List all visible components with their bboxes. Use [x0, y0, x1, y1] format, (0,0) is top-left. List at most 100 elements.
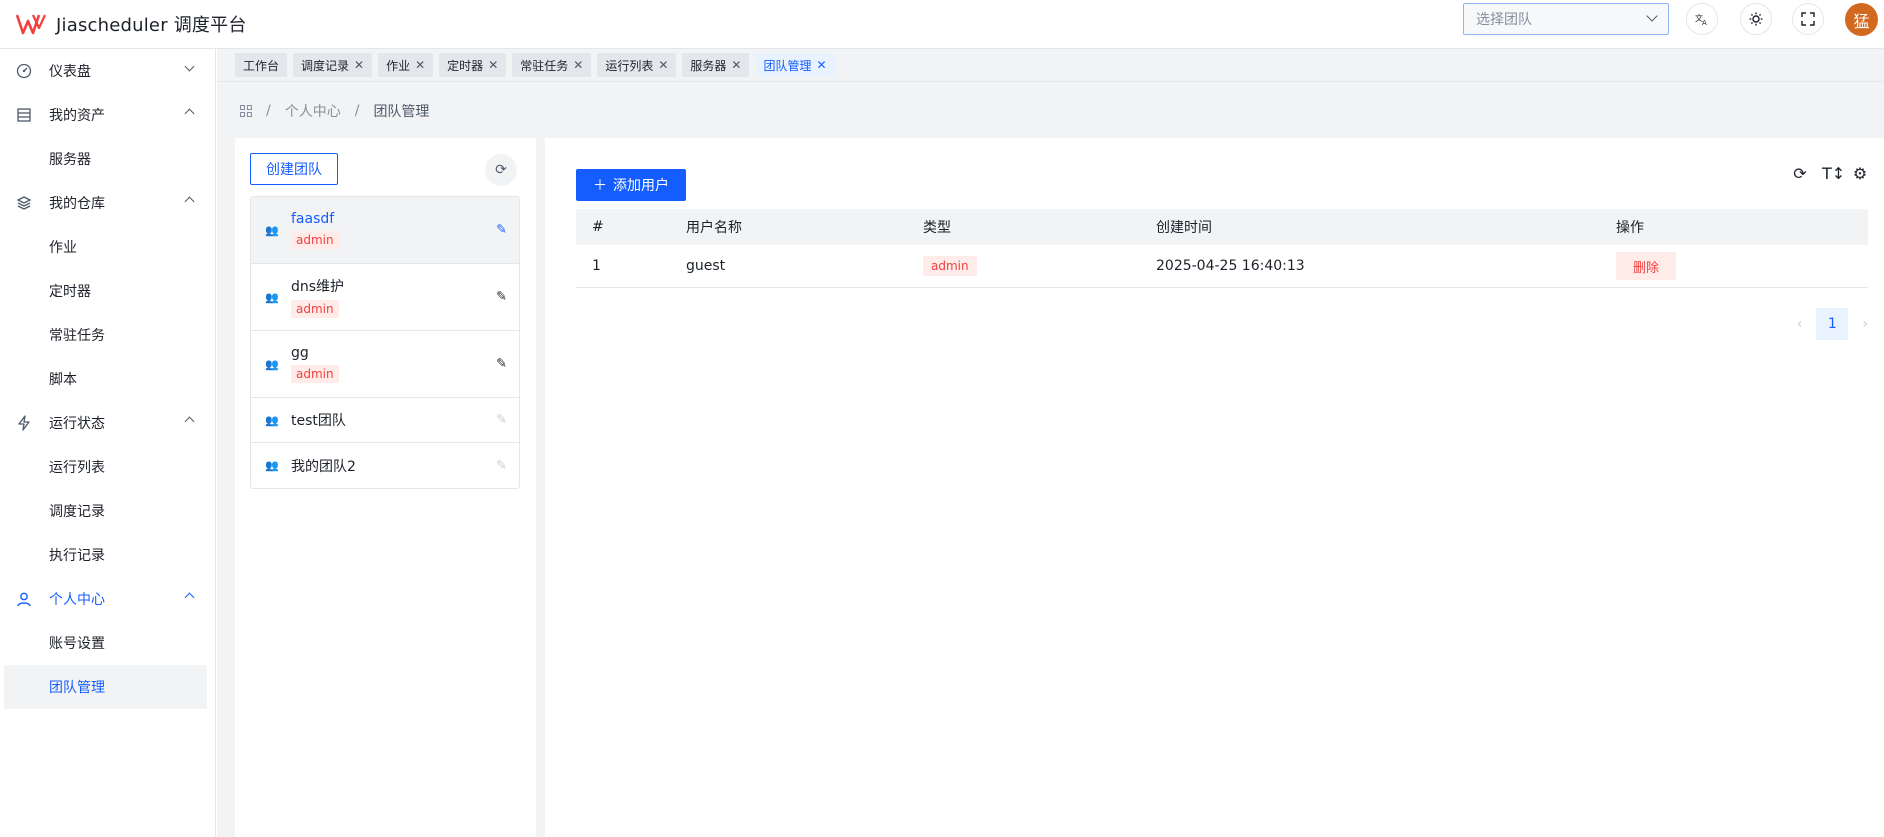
theme-button[interactable] — [1740, 3, 1772, 35]
language-button[interactable]: 文 A — [1686, 3, 1718, 35]
tab-timers[interactable]: 定时器 ✕ — [439, 53, 507, 77]
user-icon — [16, 591, 32, 607]
main-content: / 个人中心 / 团队管理 创建团队 ⟳ 👥 faasdf admin ✎ 👥 … — [217, 82, 1884, 837]
tab-label: 运行列表 — [605, 58, 654, 73]
sidebar: 仪表盘 我的资产 服务器 我的仓库 作业 定时器 常驻任务 脚本 运行状态 运行… — [0, 49, 216, 837]
tab-run-list[interactable]: 运行列表 ✕ — [597, 53, 677, 77]
density-icon[interactable]: T↕ — [1822, 164, 1845, 183]
sidebar-group-personal-center[interactable]: 个人中心 — [0, 577, 215, 621]
plus-icon: ＋ — [593, 178, 607, 194]
chevron-left-icon[interactable]: ‹ — [1797, 316, 1803, 332]
sidebar-group-assets[interactable]: 我的资产 — [0, 93, 215, 137]
users-icon: 👥 — [265, 459, 279, 472]
team-select-placeholder: 选择团队 — [1476, 12, 1532, 28]
fullscreen-button[interactable] — [1792, 3, 1824, 35]
tab-label: 定时器 — [447, 58, 484, 73]
lightning-icon — [16, 415, 32, 431]
tab-label: 工作台 — [243, 58, 280, 73]
users-icon: 👥 — [265, 223, 279, 237]
chevron-down-icon — [184, 61, 195, 72]
sidebar-item-servers[interactable]: 服务器 — [4, 137, 207, 181]
tab-schedule-records[interactable]: 调度记录 ✕ — [293, 53, 373, 77]
apps-icon[interactable] — [240, 105, 252, 117]
team-select[interactable]: 选择团队 — [1463, 3, 1669, 35]
sidebar-item-scripts[interactable]: 脚本 — [4, 357, 207, 401]
edit-icon[interactable]: ✎ — [496, 357, 507, 372]
row-type: admin — [923, 256, 1156, 276]
dashboard-icon — [16, 63, 32, 79]
close-icon[interactable]: ✕ — [354, 58, 364, 72]
edit-icon[interactable]: ✎ — [496, 290, 507, 305]
tab-workbench[interactable]: 工作台 — [235, 53, 288, 77]
close-icon[interactable]: ✕ — [573, 58, 583, 72]
sidebar-item-daemon-tasks[interactable]: 常驻任务 — [4, 313, 207, 357]
tab-servers[interactable]: 服务器 ✕ — [682, 53, 750, 77]
page-number[interactable]: 1 — [1816, 308, 1849, 340]
team-list-item[interactable]: 👥 test团队 ✎ — [251, 398, 519, 443]
close-icon[interactable]: ✕ — [817, 58, 827, 72]
team-name: test团队 — [291, 413, 346, 429]
chevron-up-icon — [184, 416, 195, 427]
table-header: # 用户名称 类型 创建时间 操作 — [576, 209, 1868, 245]
users-icon: 👥 — [265, 290, 279, 304]
tab-daemon-tasks[interactable]: 常驻任务 ✕ — [512, 53, 592, 77]
tab-team-management[interactable]: 团队管理 ✕ — [755, 53, 835, 77]
breadcrumb: / 个人中心 / 团队管理 — [240, 101, 429, 121]
sidebar-group-label: 我的资产 — [49, 108, 105, 124]
team-list-item[interactable]: 👥 faasdf admin ✎ — [251, 197, 519, 264]
user-type-tag: admin — [923, 256, 977, 276]
chevron-up-icon — [184, 196, 195, 207]
close-icon[interactable]: ✕ — [415, 58, 425, 72]
app-logo: Jiascheduler 调度平台 — [16, 11, 247, 37]
edit-icon[interactable]: ✎ — [496, 223, 507, 238]
sidebar-group-label: 运行状态 — [49, 416, 105, 432]
refresh-icon[interactable]: ⟳ — [1792, 164, 1808, 183]
translate-icon: 文 A — [1695, 13, 1707, 26]
team-list-item[interactable]: 👥 我的团队2 ✎ — [251, 443, 519, 488]
team-list-item[interactable]: 👥 gg admin ✎ — [251, 331, 519, 398]
tab-label: 服务器 — [690, 58, 727, 73]
sidebar-item-team-management[interactable]: 团队管理 — [4, 665, 207, 709]
sidebar-group-run-status[interactable]: 运行状态 — [0, 401, 215, 445]
sidebar-item-exec-records[interactable]: 执行记录 — [4, 533, 207, 577]
team-name: dns维护 — [291, 279, 345, 295]
close-icon[interactable]: ✕ — [488, 58, 498, 72]
layers-icon — [16, 195, 32, 211]
table-toolbar: ⟳ T↕ ⚙ — [1792, 164, 1868, 183]
user-avatar[interactable]: 猛 — [1845, 3, 1878, 36]
settings-gear-icon[interactable]: ⚙ — [1852, 164, 1868, 183]
sidebar-item-schedule-records[interactable]: 调度记录 — [4, 489, 207, 533]
edit-icon: ✎ — [496, 412, 507, 428]
team-list: 👥 faasdf admin ✎ 👥 dns维护 admin ✎ 👥 gg ad… — [250, 196, 520, 489]
column-header: # — [592, 219, 604, 235]
pagination: ‹ 1 › — [1797, 308, 1868, 340]
add-user-button[interactable]: ＋ 添加用户 — [576, 169, 686, 201]
users-icon: 👥 — [265, 357, 279, 371]
sidebar-item-timers[interactable]: 定时器 — [4, 269, 207, 313]
tab-label: 作业 — [386, 58, 411, 73]
team-list-item[interactable]: 👥 dns维护 admin ✎ — [251, 264, 519, 331]
users-table: # 用户名称 类型 创建时间 操作 1 guest admin 2025-04-… — [576, 209, 1868, 288]
sidebar-group-repository[interactable]: 我的仓库 — [0, 181, 215, 225]
sidebar-item-account-settings[interactable]: 账号设置 — [4, 621, 207, 665]
sidebar-item-run-list[interactable]: 运行列表 — [4, 445, 207, 489]
chevron-right-icon[interactable]: › — [1862, 316, 1868, 332]
team-users-panel: ＋ 添加用户 ⟳ T↕ ⚙ # 用户名称 类型 创建时间 操作 1 guest … — [545, 138, 1884, 837]
refresh-teams-button[interactable]: ⟳ — [485, 154, 517, 186]
chevron-up-icon — [184, 592, 195, 603]
create-team-button[interactable]: 创建团队 — [250, 153, 338, 185]
team-name: gg — [291, 345, 309, 361]
breadcrumb-separator: / — [354, 103, 360, 119]
close-icon[interactable]: ✕ — [658, 58, 668, 72]
breadcrumb-item[interactable]: 个人中心 — [285, 101, 341, 121]
tab-jobs[interactable]: 作业 ✕ — [378, 53, 434, 77]
close-icon[interactable]: ✕ — [731, 58, 741, 72]
row-created-at: 2025-04-25 16:40:13 — [1156, 258, 1305, 274]
table-row: 1 guest admin 2025-04-25 16:40:13 删除 — [576, 245, 1868, 288]
column-header: 类型 — [923, 220, 951, 236]
team-role-tag: admin — [291, 300, 339, 318]
sidebar-item-jobs[interactable]: 作业 — [4, 225, 207, 269]
sidebar-group-dashboard[interactable]: 仪表盘 — [0, 49, 215, 93]
delete-user-button[interactable]: 删除 — [1616, 252, 1676, 280]
edit-icon: ✎ — [496, 458, 507, 473]
